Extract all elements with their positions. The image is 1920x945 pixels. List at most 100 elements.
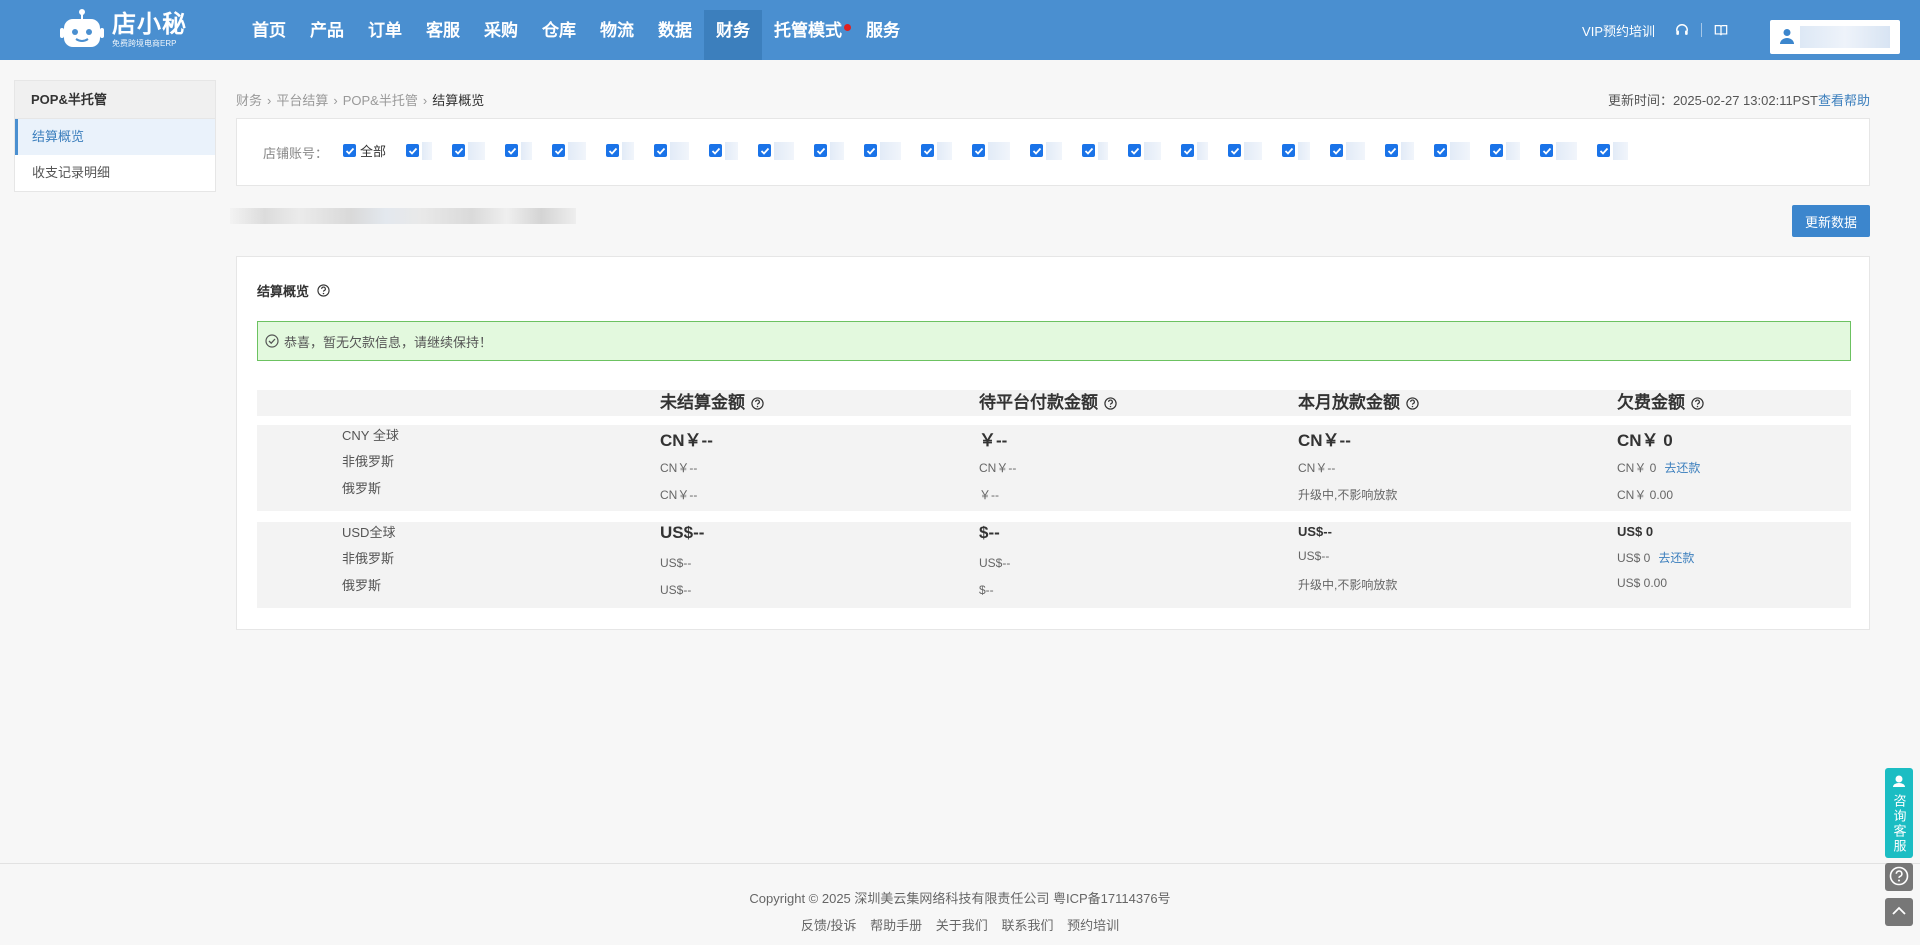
checkbox-checked-icon [864, 144, 878, 157]
nav-service[interactable]: 客服 [414, 10, 472, 60]
store-checkbox[interactable] [452, 141, 486, 160]
store-checkbox[interactable] [1597, 141, 1629, 160]
store-checkbox[interactable] [606, 141, 635, 160]
nav-services[interactable]: 服务 [854, 10, 912, 60]
cell-value: US$ 0.00 [1617, 576, 1668, 590]
view-help-link[interactable]: 查看帮助 [1818, 93, 1870, 108]
question-circle-icon [1889, 866, 1909, 889]
checkbox-checked-icon [1128, 144, 1142, 157]
checkbox-checked-icon [1030, 144, 1044, 157]
customer-service-float[interactable]: 咨询客服 [1885, 768, 1913, 858]
breadcrumb-finance[interactable]: 财务 [236, 93, 262, 108]
checkbox-checked-icon [1330, 144, 1344, 157]
store-checkbox[interactable] [1490, 141, 1521, 160]
logo-name: 店小秘 [112, 10, 187, 38]
store-name-redacted [568, 141, 587, 160]
nav-logistics[interactable]: 物流 [588, 10, 646, 60]
footer-link-help[interactable]: 帮助手册 [870, 918, 922, 933]
sidebar: POP&半托管 结算概览 收支记录明细 [14, 80, 216, 192]
store-checkbox[interactable] [1330, 141, 1366, 160]
vip-training-link[interactable]: VIP预约培训 [1582, 21, 1655, 40]
headset-icon[interactable] [1673, 21, 1691, 39]
checkbox-checked-icon [654, 144, 668, 157]
alert-text: 恭喜，暂无欠款信息，请继续保持！ [284, 334, 493, 350]
store-checkbox[interactable] [1282, 141, 1311, 160]
redacted-info [230, 208, 576, 224]
footer-link-training[interactable]: 预约培训 [1067, 918, 1119, 933]
repay-link[interactable]: 去还款 [1658, 551, 1694, 565]
nav-hosting-label: 托管模式 [774, 21, 842, 40]
book-icon[interactable] [1712, 21, 1730, 39]
store-checkbox[interactable] [972, 141, 1011, 160]
nav-product[interactable]: 产品 [298, 10, 356, 60]
store-checkbox[interactable] [864, 141, 902, 160]
footer-link-feedback[interactable]: 反馈/投诉 [801, 918, 857, 933]
help-circle-icon[interactable] [317, 284, 330, 297]
breadcrumb-sep-icon: › [267, 93, 272, 108]
store-checkbox[interactable] [758, 141, 795, 160]
cell-value: 升级中,不影响放款 [1298, 488, 1398, 502]
store-name-redacted [1098, 141, 1109, 160]
checkbox-checked-icon [1228, 144, 1242, 157]
store-checkbox[interactable] [1030, 141, 1063, 160]
nav-warehouse[interactable]: 仓库 [530, 10, 588, 60]
store-name-redacted [774, 141, 795, 160]
table-header: 未结算金额 待平台付款金额 本月放款金额 欠费金额 [257, 390, 1851, 416]
logo[interactable]: 店小秘 免费跨境电商ERP [60, 6, 190, 54]
top-right-tools: VIP预约培训 [1582, 0, 1900, 60]
cell-value: $-- [979, 583, 994, 597]
store-checkbox[interactable] [552, 141, 587, 160]
help-circle-icon[interactable] [751, 396, 764, 410]
sidebar-item-records[interactable]: 收支记录明细 [15, 155, 215, 191]
repay-link[interactable]: 去还款 [1664, 461, 1700, 475]
store-checkbox[interactable] [1082, 141, 1109, 160]
header-monthly-label: 本月放款金额 [1298, 393, 1400, 412]
checkbox-checked-icon [814, 144, 828, 157]
store-checkbox[interactable] [1181, 141, 1209, 160]
row-label: CNY 全球 [342, 428, 399, 443]
footer-link-about[interactable]: 关于我们 [936, 918, 988, 933]
checkbox-checked-icon [343, 144, 356, 157]
user-account-box[interactable] [1770, 20, 1900, 54]
breadcrumb-pop[interactable]: POP&半托管 [343, 93, 418, 108]
panel-title-text: 结算概览 [257, 284, 310, 299]
help-circle-icon[interactable] [1104, 396, 1117, 410]
table-row-usd: USD全球 非俄罗斯 俄罗斯 US$-- US$-- US$-- $-- US$… [257, 522, 1851, 608]
store-name-redacted [988, 141, 1011, 160]
store-checkbox[interactable] [1128, 141, 1162, 160]
checkbox-checked-icon [1282, 144, 1296, 157]
robot-logo-icon [60, 8, 104, 52]
store-checkbox[interactable] [505, 141, 533, 160]
nav-data[interactable]: 数据 [646, 10, 704, 60]
divider [1701, 23, 1702, 37]
store-checkbox[interactable] [654, 141, 690, 160]
back-to-top-button[interactable] [1885, 898, 1913, 926]
table-row-cny: CNY 全球 非俄罗斯 俄罗斯 CN￥-- CN￥-- CN￥-- ￥-- CN… [257, 425, 1851, 511]
help-circle-icon[interactable] [1691, 396, 1704, 410]
store-checkbox[interactable] [1434, 141, 1471, 160]
store-checkbox[interactable] [1228, 141, 1263, 160]
checkbox-checked-icon [452, 144, 466, 157]
store-all-checkbox[interactable]: 全部 [339, 141, 386, 160]
sidebar-item-overview[interactable]: 结算概览 [15, 119, 215, 155]
nav-home[interactable]: 首页 [240, 10, 298, 60]
nav-order[interactable]: 订单 [356, 10, 414, 60]
nav-finance[interactable]: 财务 [704, 10, 762, 60]
nav-hosting[interactable]: 托管模式 [762, 10, 854, 60]
help-circle-icon[interactable] [1406, 396, 1419, 410]
store-checkbox[interactable] [814, 141, 845, 160]
store-name-redacted [1046, 141, 1063, 160]
breadcrumb-settlement[interactable]: 平台结算 [276, 93, 328, 108]
help-float-button[interactable] [1885, 863, 1913, 891]
store-checkbox[interactable] [1385, 141, 1415, 160]
store-checkbox[interactable] [406, 141, 433, 160]
store-checkbox[interactable] [921, 141, 953, 160]
store-checkbox[interactable] [709, 141, 739, 160]
nav-purchase[interactable]: 采购 [472, 10, 530, 60]
update-data-button[interactable]: 更新数据 [1792, 205, 1870, 237]
store-checkbox[interactable] [1540, 141, 1578, 160]
sidebar-title: POP&半托管 [15, 81, 215, 119]
footer-links: 反馈/投诉 帮助手册 关于我们 联系我们 预约培训 [0, 915, 1920, 934]
store-filter: 店铺账号： 全部 [236, 118, 1870, 186]
footer-link-contact[interactable]: 联系我们 [1001, 918, 1053, 933]
